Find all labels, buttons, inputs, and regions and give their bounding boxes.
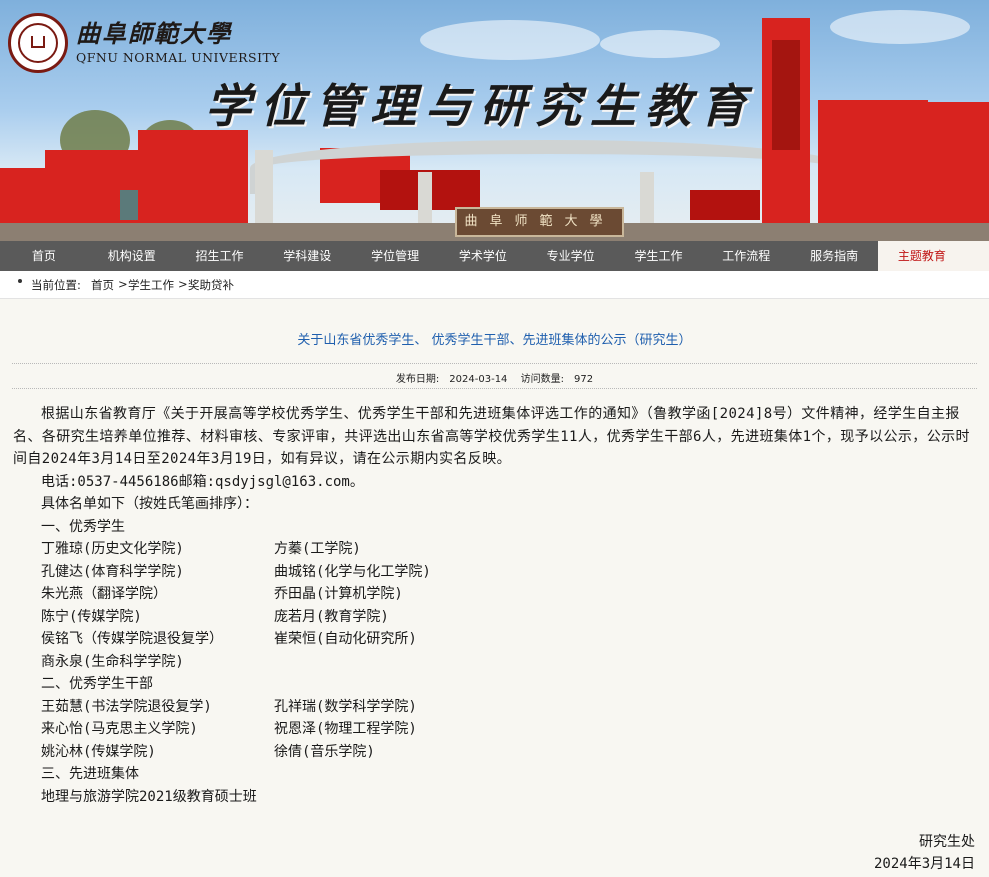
section-heading: 一、优秀学生 xyxy=(41,518,125,535)
cloud xyxy=(830,10,970,44)
header-banner: 曲阜师範大學 曲阜師範大學 QFNU NORMAL UNIVERSITY 学位管… xyxy=(0,0,989,241)
nav-item-academic-degree[interactable]: 学术学位 xyxy=(439,241,527,271)
list-intro: 具体名单如下（按姓氏笔画排序）： xyxy=(41,496,258,512)
logo-chinese-name: 曲阜師範大學 xyxy=(76,19,232,48)
name-entry: 朱光燕（翻译学院） xyxy=(41,586,167,602)
breadcrumb-label: 当前位置: xyxy=(31,278,81,292)
list-item: 姚沁林(传媒学院) 徐倩(音乐学院) xyxy=(13,741,979,764)
cloud xyxy=(420,20,600,60)
gate-arch xyxy=(250,140,848,194)
contact-line: 电话:0537-4456186邮箱:qsdyjsgl@163.com。 xyxy=(41,473,364,490)
nav-item-home[interactable]: 首页 xyxy=(0,241,88,271)
name-entry: 祝恩泽(物理工程学院) xyxy=(274,721,417,737)
name-entry: 孔健达(体育科学学院) xyxy=(41,563,184,580)
gate-sign: 曲阜师範大學 xyxy=(455,207,624,237)
name-entry: 崔荣恒(自动化研究所) xyxy=(274,631,417,647)
signature-date: 2024年3月14日 xyxy=(873,856,975,872)
list-item: 孔健达(体育科学学院) 曲城铭(化学与化工学院) xyxy=(13,561,979,584)
building xyxy=(690,190,760,220)
building xyxy=(925,102,989,230)
article-meta: 发布日期: 2024-03-14 访问数量: 972 xyxy=(0,370,989,385)
view-count: 972 xyxy=(573,374,594,385)
name-entry: 姚沁林(传媒学院) xyxy=(41,743,156,760)
nav-item-professional-degree[interactable]: 专业学位 xyxy=(527,241,615,271)
name-entry: 庞若月(教育学院) xyxy=(274,608,389,625)
list-item: 丁雅琼(历史文化学院) 方蓁(工学院) xyxy=(13,538,979,561)
breadcrumb-current[interactable]: 奖助贷补 xyxy=(188,277,234,293)
nav-item-organization[interactable]: 机构设置 xyxy=(88,241,176,271)
name-entry: 侯铭飞（传媒学院退役复学） xyxy=(41,631,223,647)
divider xyxy=(12,363,977,364)
nav-item-student-affairs[interactable]: 学生工作 xyxy=(615,241,703,271)
nav-item-degree-management[interactable]: 学位管理 xyxy=(351,241,439,271)
nav-item-service-guide[interactable]: 服务指南 xyxy=(790,241,878,271)
name-entry: 孔祥瑞(数学科学学院) xyxy=(274,698,417,715)
cloud xyxy=(600,30,720,58)
building xyxy=(138,130,248,228)
name-entry: 丁雅琼(历史文化学院) xyxy=(41,541,184,557)
list-item: 朱光燕（翻译学院） 乔田晶(计算机学院) xyxy=(13,583,979,606)
views-label: 访问数量: xyxy=(520,374,564,385)
bullet-icon xyxy=(18,279,22,283)
name-entry: 商永泉(生命科学学院) xyxy=(41,653,184,670)
section-heading: 二、优秀学生干部 xyxy=(41,676,153,692)
logo-english-name: QFNU NORMAL UNIVERSITY xyxy=(76,50,281,65)
name-entry: 徐倩(音乐学院) xyxy=(274,743,375,760)
name-entry: 方蓁(工学院) xyxy=(274,541,361,557)
breadcrumb: 当前位置: 首页 > 学生工作 > 奖助贷补 xyxy=(0,271,989,299)
nav-item-theme-education[interactable]: 主题教育 xyxy=(877,241,966,271)
list-item: 商永泉(生命科学学院) xyxy=(13,651,979,674)
logo-book-icon xyxy=(31,36,45,48)
gate-pillar xyxy=(640,172,654,228)
breadcrumb-separator: > xyxy=(178,277,188,291)
name-entry: 来心怡(马克思主义学院) xyxy=(41,721,198,737)
date-label: 发布日期: xyxy=(395,374,440,385)
name-entry: 王茹慧(书法学院退役复学) xyxy=(41,698,212,715)
breadcrumb-student-affairs[interactable]: 学生工作 xyxy=(128,277,174,293)
name-entry: 曲城铭(化学与化工学院) xyxy=(274,563,431,580)
name-entry: 陈宁(传媒学院) xyxy=(41,608,142,625)
nav-filler xyxy=(965,241,989,271)
gate-pillar xyxy=(418,172,432,228)
building xyxy=(818,100,928,230)
article-title: 关于山东省优秀学生、 优秀学生干部、先进班集体的公示（研究生） xyxy=(297,333,692,348)
name-entry: 乔田晶(计算机学院) xyxy=(274,586,403,602)
tower-windows xyxy=(772,40,800,150)
nav-item-workflow[interactable]: 工作流程 xyxy=(702,241,790,271)
divider xyxy=(12,388,977,389)
breadcrumb-home[interactable]: 首页 xyxy=(91,277,114,293)
class-entry: 地理与旅游学院2021级教育硕士班 xyxy=(41,788,257,805)
building xyxy=(0,168,50,228)
site-title: 学位管理与研究生教育 xyxy=(205,79,755,133)
list-item: 陈宁(传媒学院) 庞若月(教育学院) xyxy=(13,606,979,629)
university-logo-icon[interactable] xyxy=(8,13,68,73)
nav-item-discipline[interactable]: 学科建设 xyxy=(263,241,351,271)
signature-org: 研究生处 xyxy=(919,834,975,850)
intro-paragraph: 根据山东省教育厅《关于开展高等学校优秀学生、优秀学生干部和先进班集体评选工作的通… xyxy=(13,406,970,467)
main-nav: 首页 机构设置 招生工作 学科建设 学位管理 学术学位 专业学位 学生工作 工作… xyxy=(0,241,989,271)
section-heading: 三、先进班集体 xyxy=(41,766,139,782)
list-item: 王茹慧(书法学院退役复学) 孔祥瑞(数学科学学院) xyxy=(13,696,979,719)
gate-pillar xyxy=(255,150,273,225)
list-item: 来心怡(马克思主义学院) 祝恩泽(物理工程学院) xyxy=(13,718,979,741)
breadcrumb-separator: > xyxy=(118,277,128,291)
nav-item-admissions[interactable]: 招生工作 xyxy=(176,241,264,271)
article-body: 根据山东省教育厅《关于开展高等学校优秀学生、优秀学生干部和先进班集体评选工作的通… xyxy=(13,403,979,808)
article-area: 关于山东省优秀学生、 优秀学生干部、先进班集体的公示（研究生） 发布日期: 202… xyxy=(0,299,989,877)
list-item: 侯铭飞（传媒学院退役复学） 崔荣恒(自动化研究所) xyxy=(13,628,979,651)
window xyxy=(120,190,138,220)
publish-date: 2024-03-14 xyxy=(449,374,508,385)
